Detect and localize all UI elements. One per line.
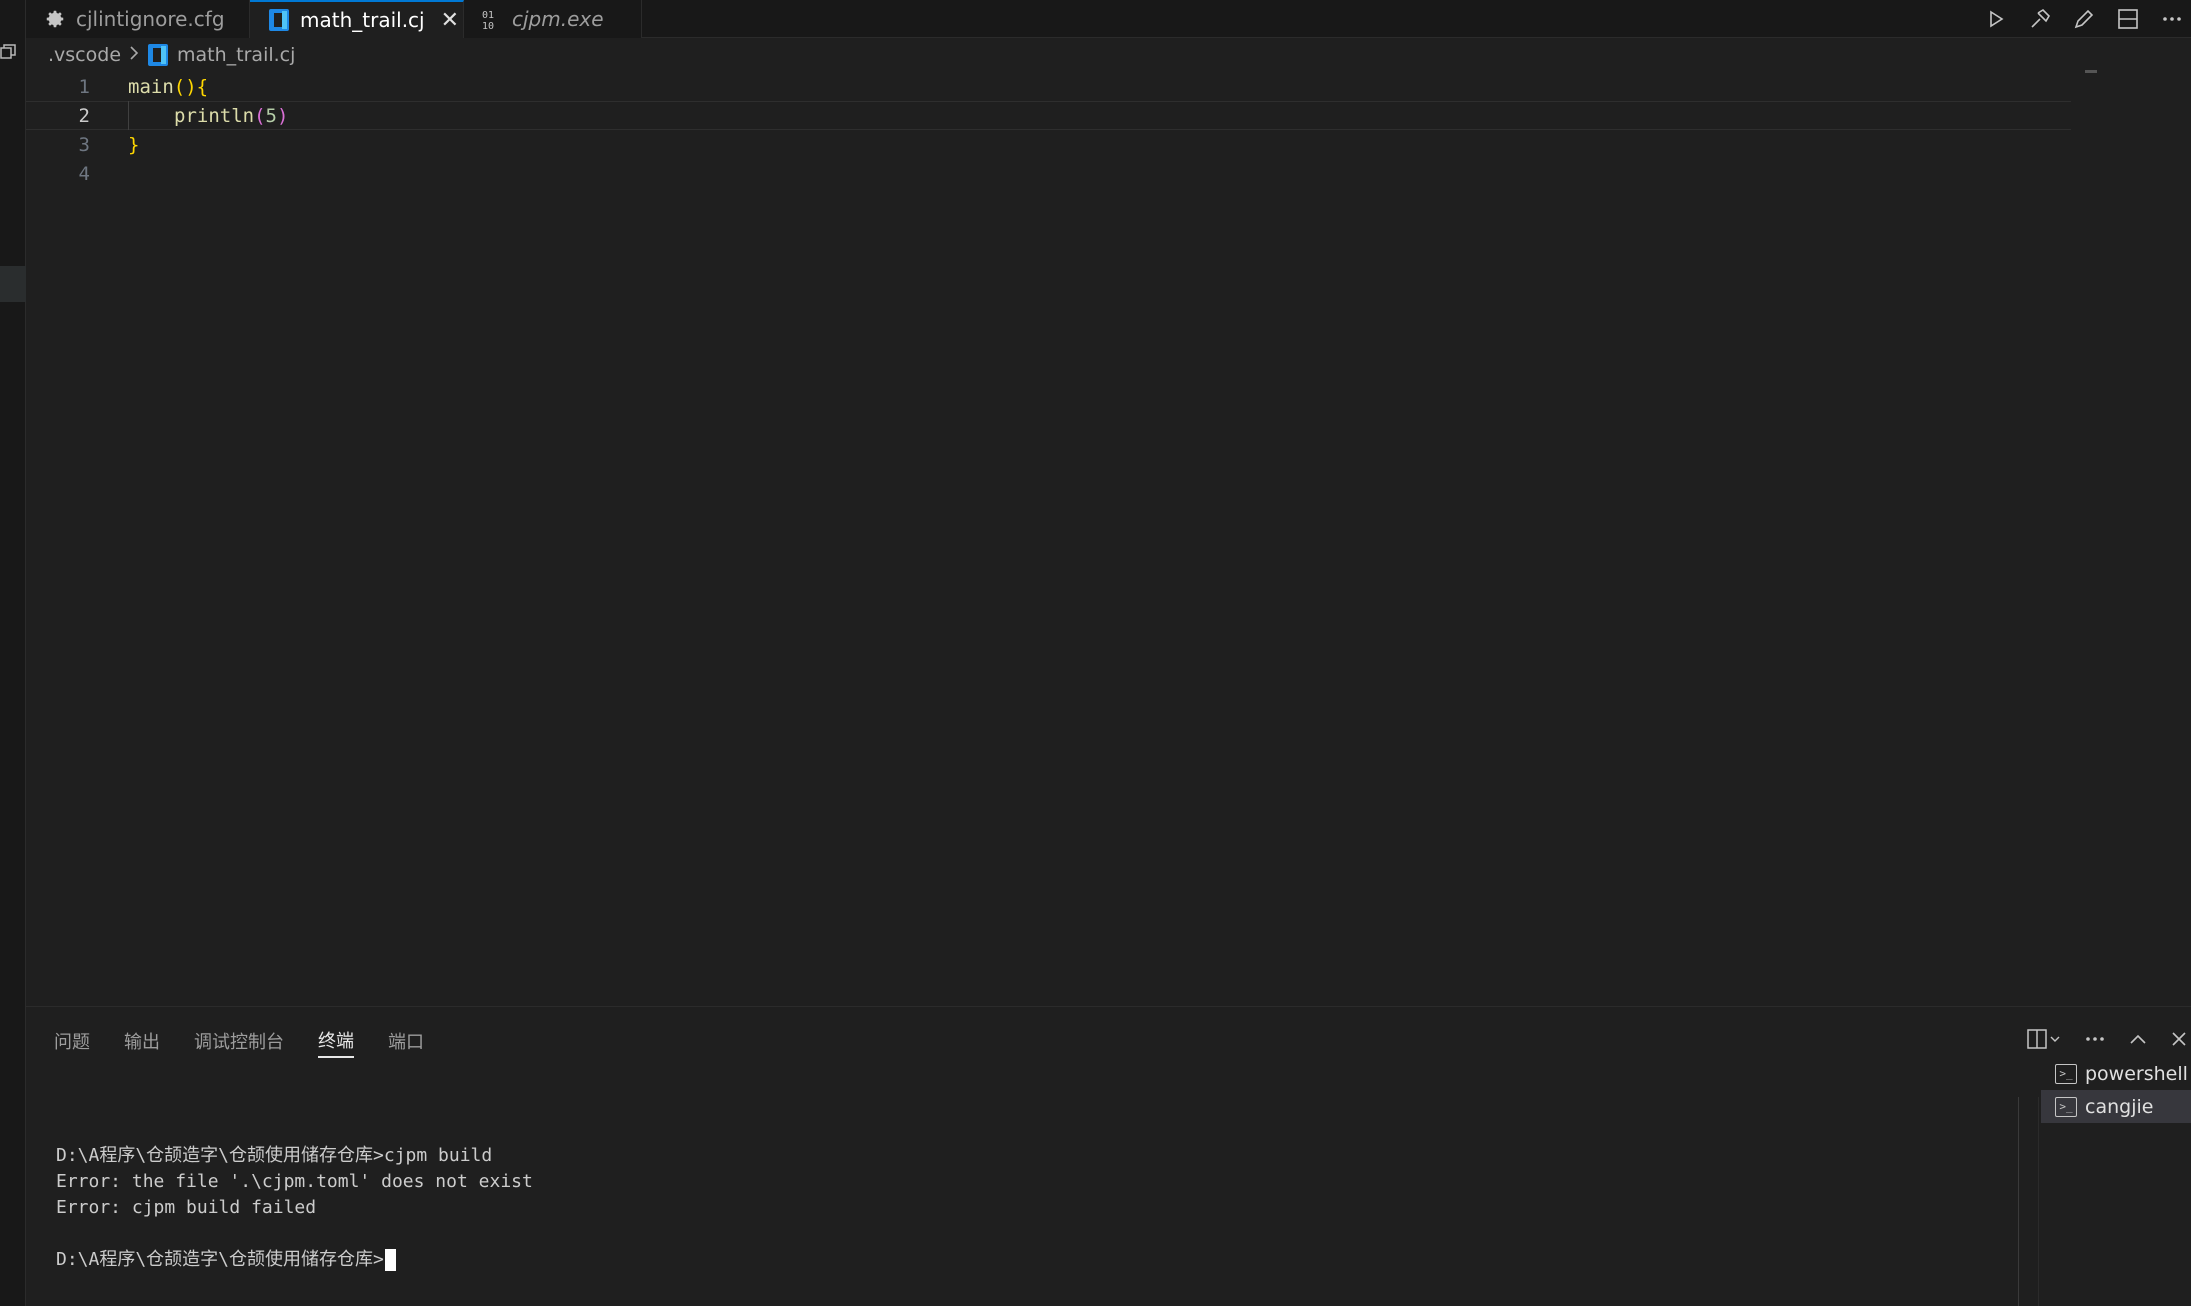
code-line[interactable]: 4 (26, 159, 2071, 188)
restore-icon[interactable] (0, 44, 18, 62)
terminal-line: Error: the file '.\cjpm.toml' does not e… (56, 1171, 533, 1192)
line-number: 2 (78, 104, 90, 127)
token-function: println (174, 104, 255, 127)
activity-item-active[interactable] (0, 266, 26, 302)
terminal-line: D:\A程序\仓颉造字\仓颉使用储存仓库>cjpm build (56, 1145, 493, 1166)
code-line-current[interactable]: 2 println(5) (26, 101, 2071, 130)
tab-problems[interactable]: 问题 (54, 1024, 90, 1058)
terminal-item-powershell[interactable]: >_ powershell (2041, 1057, 2191, 1090)
chevron-right-icon (129, 45, 139, 66)
token-number: 5 (265, 104, 277, 127)
code-line[interactable]: 3 } (26, 130, 2071, 159)
more-actions-icon[interactable] (2159, 6, 2185, 32)
breadcrumb-file[interactable]: math_trail.cj (177, 44, 295, 66)
tab-label: math_trail.cj (300, 8, 425, 32)
maximize-panel-icon[interactable] (2129, 1033, 2147, 1045)
token-brace: } (128, 133, 140, 156)
split-terminal-icon[interactable] (2027, 1029, 2061, 1049)
code-text: main(){ (128, 76, 208, 98)
tab-math-trail[interactable]: math_trail.cj ✕ (250, 0, 464, 38)
terminal-cursor (384, 1249, 396, 1271)
bottom-panel: 问题 输出 调试控制台 终端 端口 D:\A程序\仓颉造字\仓颉使用储存仓库>c… (26, 1006, 2191, 1306)
tab-label: cjlintignore.cfg (76, 7, 225, 31)
terminal-item-label: cangjie (2085, 1095, 2154, 1118)
editor-tab-bar: cjlintignore.cfg math_trail.cj ✕ 01 10 cj… (26, 0, 2191, 38)
terminal-item-cangjie[interactable]: >_ cangjie (2041, 1090, 2191, 1123)
panel-tabs: 问题 输出 调试控制台 终端 端口 (54, 1021, 424, 1061)
line-number: 3 (78, 133, 90, 156)
activity-edge (0, 0, 26, 1306)
tab-ports[interactable]: 端口 (388, 1024, 424, 1058)
svg-text:01: 01 (482, 10, 494, 21)
terminal-list: >_ powershell >_ cangjie (2041, 1057, 2191, 1123)
vscode-window: cjlintignore.cfg math_trail.cj ✕ 01 10 cj… (0, 0, 2191, 1306)
cangjie-file-icon (147, 43, 169, 67)
minimap[interactable] (2085, 70, 2097, 73)
terminal-list-divider[interactable] (2038, 1097, 2039, 1306)
code-editor[interactable]: 1 main(){ 2 println(5) 3 } 4 (26, 70, 2191, 1006)
line-number: 1 (78, 75, 90, 98)
line-number: 4 (78, 162, 90, 185)
indent-guide (128, 101, 129, 130)
tab-cjpm-exe[interactable]: 01 10 cjpm.exe (464, 0, 642, 38)
panel-actions (2027, 1023, 2187, 1055)
more-actions-icon[interactable] (2085, 1036, 2105, 1042)
token-brace: { (196, 75, 209, 98)
terminal-prompt: D:\A程序\仓颉造字\仓颉使用储存仓库> (56, 1249, 384, 1270)
tab-cjlintignore[interactable]: cjlintignore.cfg (26, 0, 250, 38)
close-icon[interactable]: ✕ (441, 8, 459, 33)
close-panel-icon[interactable] (2171, 1031, 2187, 1047)
code-text: println(5) (174, 105, 288, 127)
run-icon[interactable] (1983, 6, 2009, 32)
breadcrumb-folder[interactable]: .vscode (48, 44, 121, 66)
editor-actions (1983, 0, 2185, 38)
token-paren-open: ( (254, 104, 266, 127)
breadcrumb: .vscode math_trail.cj (48, 40, 295, 70)
code-line[interactable]: 1 main(){ (26, 72, 2071, 101)
svg-text:10: 10 (482, 21, 494, 30)
tab-label: cjpm.exe (512, 7, 604, 31)
tab-debug-console[interactable]: 调试控制台 (194, 1024, 284, 1058)
edit-icon[interactable] (2071, 6, 2097, 32)
terminal-prompt-line: D:\A程序\仓颉造字\仓颉使用储存仓库> (56, 1247, 1991, 1273)
binary-file-icon: 01 10 (482, 8, 502, 30)
terminal-output[interactable]: D:\A程序\仓颉造字\仓颉使用储存仓库>cjpm build Error: t… (56, 1117, 1991, 1306)
token-paren: () (173, 75, 197, 98)
split-editor-icon[interactable] (2115, 6, 2141, 32)
terminal-icon: >_ (2055, 1096, 2077, 1117)
cangjie-file-icon (268, 8, 290, 32)
token-paren-close: ) (276, 104, 289, 127)
gear-icon (44, 8, 66, 30)
terminal-icon: >_ (2055, 1063, 2077, 1084)
tab-output[interactable]: 输出 (124, 1024, 160, 1058)
terminal-line: Error: cjpm build failed (56, 1197, 317, 1218)
token-function: main (128, 75, 174, 98)
terminal-scrollbar[interactable] (2018, 1097, 2019, 1306)
tab-terminal[interactable]: 终端 (318, 1024, 354, 1058)
build-icon[interactable] (2027, 6, 2053, 32)
code-text: } (128, 134, 139, 156)
terminal-item-label: powershell (2085, 1062, 2188, 1085)
